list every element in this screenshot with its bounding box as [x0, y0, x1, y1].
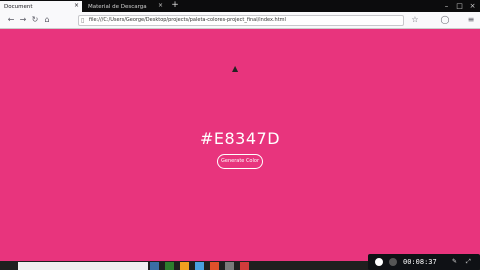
recording-timer: 00:08:37	[403, 258, 437, 266]
tab-bar: Document × Material de Descarga × + – □ …	[0, 0, 480, 12]
forward-icon[interactable]: →	[18, 15, 28, 25]
pause-icon[interactable]	[375, 258, 383, 266]
url-text: file:///C:/Users/George/Desktop/projects…	[89, 17, 286, 23]
draw-icon[interactable]: ✎	[452, 258, 457, 265]
taskbar-app-icon[interactable]	[210, 262, 219, 270]
tab-label: Document	[4, 3, 33, 10]
home-icon[interactable]: ⌂	[42, 15, 52, 25]
tab-material[interactable]: Material de Descarga ×	[84, 1, 166, 12]
browser-window: Document × Material de Descarga × + – □ …	[0, 0, 480, 29]
taskbar-app-icon[interactable]	[165, 262, 174, 270]
new-tab-icon[interactable]: +	[170, 0, 180, 12]
close-window-icon[interactable]: ×	[466, 0, 479, 12]
taskbar-app-icon[interactable]	[195, 262, 204, 270]
page-content: #E8347D Generate Color ▲	[0, 29, 480, 261]
tab-document[interactable]: Document ×	[0, 1, 82, 12]
close-icon[interactable]: ×	[158, 3, 163, 9]
close-icon[interactable]: ×	[74, 3, 79, 9]
back-icon[interactable]: ←	[6, 15, 16, 25]
taskbar-app-icon[interactable]	[180, 262, 189, 270]
taskbar-search-input[interactable]	[18, 262, 148, 270]
taskbar-app-icon[interactable]	[225, 262, 234, 270]
mouse-cursor-icon: ▲	[232, 64, 239, 73]
maximize-icon[interactable]: □	[453, 0, 466, 12]
minimize-icon[interactable]: –	[440, 0, 453, 12]
star-icon[interactable]: ☆	[410, 15, 420, 25]
url-bar[interactable]: ▯ file:///C:/Users/George/Desktop/projec…	[78, 15, 404, 26]
expand-icon[interactable]: ⤢	[466, 258, 471, 266]
account-icon[interactable]: ◯	[440, 15, 450, 25]
color-hex-display: #E8347D	[199, 129, 281, 148]
generate-color-button[interactable]: Generate Color	[217, 154, 263, 169]
reload-icon[interactable]: ↻	[30, 15, 40, 25]
menu-icon[interactable]: ≡	[466, 15, 476, 25]
stop-icon[interactable]	[389, 258, 397, 266]
taskbar-app-icon[interactable]	[240, 262, 249, 270]
taskbar-app-icon[interactable]	[150, 262, 159, 270]
tab-label: Material de Descarga	[88, 3, 147, 10]
nav-bar: ← → ↻ ⌂ ▯ file:///C:/Users/George/Deskto…	[0, 12, 480, 29]
page-icon: ▯	[81, 17, 85, 24]
